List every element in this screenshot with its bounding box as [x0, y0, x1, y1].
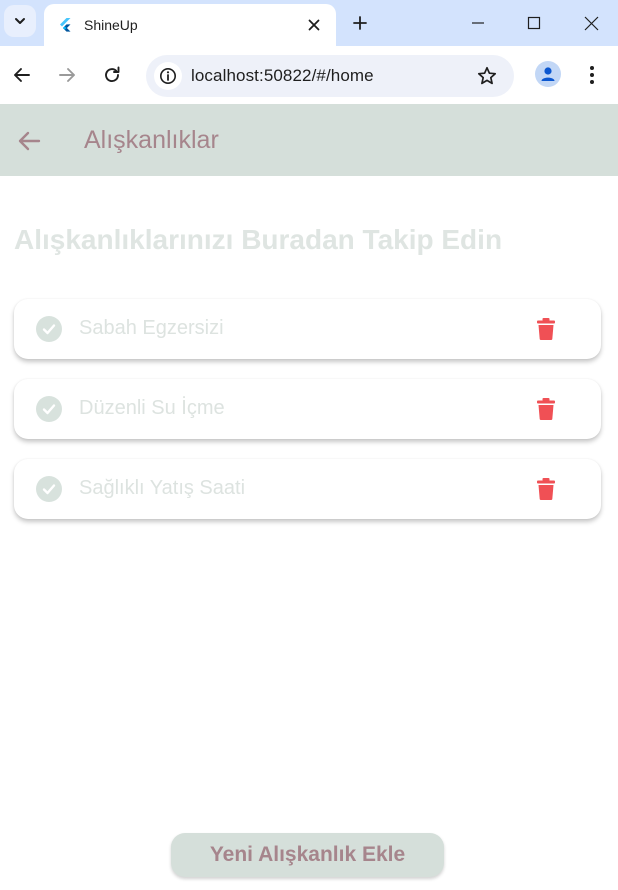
browser-menu-button[interactable] [580, 61, 604, 89]
person-icon [541, 67, 555, 81]
habit-card[interactable]: Düzenli Su İçme [14, 379, 601, 439]
browser-tab[interactable]: ShineUp [44, 4, 336, 46]
tab-title: ShineUp [84, 17, 138, 33]
check-circle-icon[interactable] [36, 476, 62, 502]
section-heading: Alışkanlıklarınızı Buradan Takip Edin [14, 224, 503, 255]
maximize-button[interactable] [519, 8, 549, 38]
reload-button[interactable] [98, 61, 126, 89]
info-icon[interactable] [154, 62, 182, 90]
reload-icon [105, 66, 120, 83]
minimize-button[interactable] [463, 8, 493, 38]
forward-button[interactable] [53, 61, 81, 89]
trash-icon[interactable] [534, 396, 558, 422]
arrow-left-icon [14, 68, 30, 82]
close-icon [584, 16, 598, 30]
app-bar: Alışkanlıklar [0, 104, 618, 176]
chevron-down-icon [15, 18, 25, 24]
maximize-icon [527, 16, 541, 30]
minimize-icon [472, 22, 484, 24]
flutter-logo-icon [57, 17, 73, 33]
trash-icon[interactable] [534, 316, 558, 342]
app-back-button[interactable] [14, 126, 44, 156]
profile-button[interactable] [535, 61, 561, 87]
trash-icon[interactable] [534, 476, 558, 502]
arrow-left-icon [18, 131, 41, 151]
check-circle-icon[interactable] [36, 316, 62, 342]
close-icon [308, 19, 320, 31]
habit-card[interactable]: Sağlıklı Yatış Saati [14, 459, 601, 519]
add-habit-button[interactable]: Yeni Alışkanlık Ekle [171, 833, 444, 877]
more-vert-icon [590, 66, 594, 84]
browser-tabstrip: ShineUp [0, 0, 618, 46]
back-button[interactable] [8, 61, 36, 89]
plus-icon [353, 16, 367, 30]
address-bar[interactable]: localhost:50822/#/home [146, 55, 514, 97]
tab-close-button[interactable] [304, 15, 324, 35]
url-text[interactable]: localhost:50822/#/home [191, 66, 374, 86]
page-title: Alışkanlıklar [84, 126, 219, 154]
check-circle-icon[interactable] [36, 396, 62, 422]
star-icon[interactable] [476, 65, 498, 87]
habit-card[interactable]: Sabah Egzersizi [14, 299, 601, 359]
habit-label: Sabah Egzersizi [79, 317, 224, 339]
tab-search-button[interactable] [4, 5, 36, 37]
browser-toolbar: localhost:50822/#/home [0, 46, 618, 104]
arrow-right-icon [59, 68, 75, 82]
habit-label: Sağlıklı Yatış Saati [79, 477, 246, 499]
close-window-button[interactable] [576, 8, 606, 38]
habit-label: Düzenli Su İçme [79, 397, 225, 419]
new-tab-button[interactable] [348, 11, 372, 35]
